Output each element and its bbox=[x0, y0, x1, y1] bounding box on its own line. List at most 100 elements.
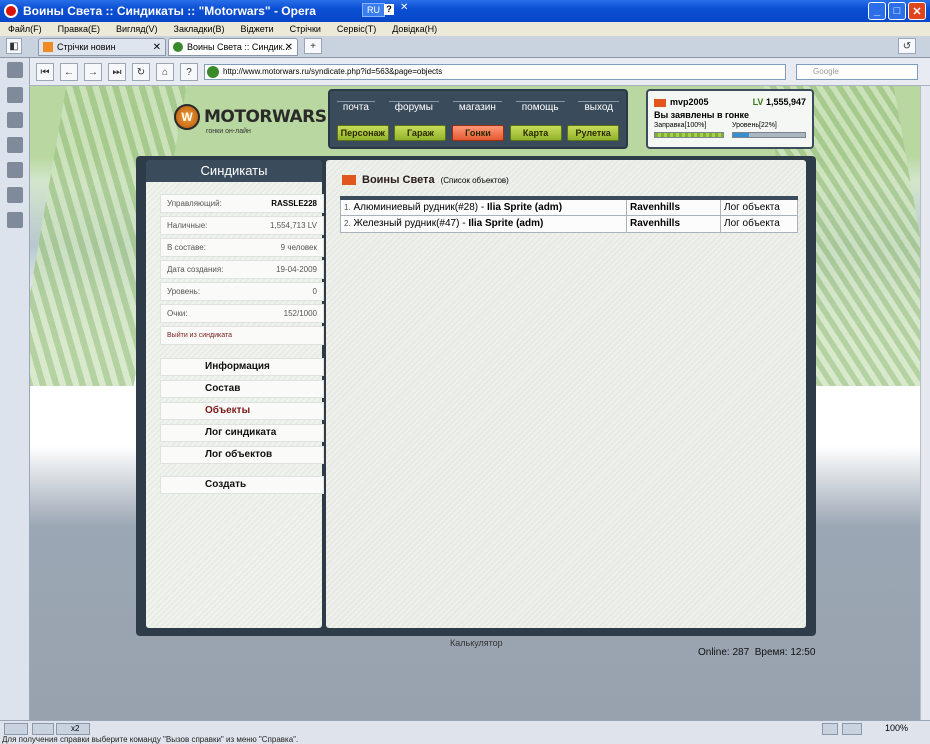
menu-edit[interactable]: Правка(E) bbox=[50, 24, 108, 34]
nav-forums[interactable]: форумы bbox=[388, 101, 439, 113]
trash-icon[interactable]: ↺ bbox=[898, 38, 916, 54]
menu-widgets[interactable]: Віджети bbox=[232, 24, 281, 34]
menu-bookmarks[interactable]: Закладки(B) bbox=[166, 24, 233, 34]
races-button[interactable]: Гонки bbox=[451, 125, 504, 141]
downloads-panel-icon[interactable] bbox=[7, 137, 23, 153]
leave-syndicate-link[interactable]: Выйти из синдиката bbox=[160, 326, 324, 345]
info-row-points: Очки: 152/1000 bbox=[160, 304, 324, 323]
panel-toggle-icon[interactable] bbox=[4, 723, 28, 735]
fast-forward-icon[interactable]: ⏭ bbox=[108, 63, 126, 81]
object-log-link[interactable]: Лог объекта bbox=[720, 197, 798, 216]
object-log-link[interactable]: Лог объекта bbox=[720, 214, 798, 233]
site-favicon-icon bbox=[207, 66, 219, 78]
tab-label: Воины Света :: Синдик... bbox=[187, 42, 291, 52]
tab-syndicate[interactable]: Воины Света :: Синдик... ✕ bbox=[168, 38, 298, 56]
add-panel-icon[interactable] bbox=[7, 212, 23, 228]
table-row: 2. Железный рудник(#47) - Ilia Sprite (a… bbox=[340, 214, 798, 233]
menu-tools[interactable]: Сервіс(T) bbox=[329, 24, 384, 34]
window-title: Воины Света :: Синдикаты :: "Motorwars" … bbox=[23, 4, 316, 18]
character-button[interactable]: Персонаж bbox=[336, 125, 389, 141]
username[interactable]: mvp2005 bbox=[670, 97, 709, 107]
forward-button[interactable]: → bbox=[84, 63, 102, 81]
menu-objects[interactable]: Объекты bbox=[160, 402, 324, 420]
content-subtitle: (Список объектов) bbox=[440, 175, 509, 185]
url-text: http://www.motorwars.ru/syndicate.php?id… bbox=[223, 67, 443, 76]
nav-logout[interactable]: выход bbox=[578, 101, 620, 113]
nav-help[interactable]: помощь bbox=[515, 101, 565, 113]
notes-panel-icon[interactable] bbox=[7, 112, 23, 128]
history-panel-icon[interactable] bbox=[7, 187, 23, 203]
bookmarks-panel-icon[interactable] bbox=[7, 62, 23, 78]
status-hint: Для получения справки выберите команду "… bbox=[2, 735, 299, 744]
row-number: 1. bbox=[344, 202, 351, 212]
turbo-badge[interactable]: x2 bbox=[56, 723, 90, 735]
view-icon[interactable] bbox=[822, 723, 838, 735]
tab-bar: ◧ Стрічки новин ✕ Воины Света :: Синдик.… bbox=[0, 36, 930, 58]
online-value: 287 bbox=[732, 647, 750, 658]
menu-info[interactable]: Информация bbox=[160, 358, 324, 376]
status-bar: x2 100% Для получения справки выберите к… bbox=[0, 720, 930, 744]
calculator-link[interactable]: Калькулятор bbox=[450, 638, 503, 648]
object-owner[interactable]: Ilia Sprite (adm) bbox=[487, 202, 562, 213]
object-owner[interactable]: Ilia Sprite (adm) bbox=[468, 218, 543, 229]
links-panel-icon[interactable] bbox=[7, 162, 23, 178]
object-location[interactable]: Ravenhills bbox=[630, 218, 680, 229]
lv-label: LV bbox=[752, 97, 764, 107]
object-location[interactable]: Ravenhills bbox=[630, 202, 680, 213]
menu-create[interactable]: Создать bbox=[160, 476, 324, 494]
menu-help[interactable]: Довідка(H) bbox=[384, 24, 445, 34]
new-tab-button[interactable]: + bbox=[304, 38, 322, 54]
tab-feeds[interactable]: Стрічки новин ✕ bbox=[38, 38, 166, 56]
tab-label: Стрічки новин bbox=[57, 42, 116, 52]
nav-mail[interactable]: почта bbox=[336, 101, 375, 113]
close-button[interactable]: ✕ bbox=[908, 2, 926, 20]
info-value[interactable]: RASSLE228 bbox=[271, 199, 317, 208]
minimize-button[interactable]: _ bbox=[868, 2, 886, 20]
language-help-icon[interactable]: ? bbox=[384, 4, 394, 15]
address-field[interactable]: http://www.motorwars.ru/syndicate.php?id… bbox=[204, 64, 786, 80]
reload-button[interactable]: ↻ bbox=[132, 63, 150, 81]
search-field[interactable]: Google bbox=[796, 64, 918, 80]
race-status: Вы заявлены в гонке bbox=[654, 110, 750, 120]
garage-button[interactable]: Гараж bbox=[394, 125, 447, 141]
info-value: 19-04-2009 bbox=[276, 265, 317, 274]
objects-table: 1. Алюминиевый рудник(#28) - Ilia Sprite… bbox=[340, 196, 798, 233]
object-name[interactable]: Алюминиевый рудник(#28) bbox=[353, 202, 478, 213]
site-header: W MOTORWARS.RU гонки он-лайн почта форум… bbox=[148, 86, 816, 158]
vertical-scrollbar[interactable] bbox=[920, 86, 930, 720]
menu-members[interactable]: Состав bbox=[160, 380, 324, 398]
navigation-bar: ⏮ ← → ⏭ ↻ ⌂ ? http://www.motorwars.ru/sy… bbox=[30, 58, 930, 86]
widgets-panel-icon[interactable] bbox=[7, 87, 23, 103]
info-label: Очки: bbox=[167, 309, 188, 318]
security-icon[interactable]: ? bbox=[180, 63, 198, 81]
map-button[interactable]: Карта bbox=[509, 125, 562, 141]
tab-close-icon[interactable]: ✕ bbox=[285, 42, 293, 53]
rss-icon bbox=[43, 42, 53, 52]
language-close-icon[interactable]: ✕ bbox=[400, 2, 408, 13]
tab-close-icon[interactable]: ✕ bbox=[153, 42, 161, 53]
language-indicator[interactable]: RU bbox=[362, 3, 385, 17]
menu-syndicate-log[interactable]: Лог синдиката bbox=[160, 424, 324, 442]
menu-feeds[interactable]: Стрічки bbox=[282, 24, 329, 34]
menu-file[interactable]: Файл(F) bbox=[0, 24, 50, 34]
info-row-manager: Управляющий: RASSLE228 bbox=[160, 194, 324, 213]
table-row: 1. Алюминиевый рудник(#28) - Ilia Sprite… bbox=[340, 197, 798, 216]
top-navigation: почта форумы магазин помощь выход Персон… bbox=[328, 89, 628, 149]
flag-icon bbox=[654, 99, 666, 107]
syndicate-info: Управляющий: RASSLE228 Наличные: 1,554,713… bbox=[160, 194, 324, 345]
unite-icon[interactable] bbox=[32, 723, 54, 735]
info-row-created: Дата создания: 19-04-2009 bbox=[160, 260, 324, 279]
panel-toggle-icon[interactable]: ◧ bbox=[6, 38, 22, 54]
rewind-icon[interactable]: ⏮ bbox=[36, 63, 54, 81]
menu-objects-log[interactable]: Лог объектов bbox=[160, 446, 324, 464]
menu-view[interactable]: Вигляд(V) bbox=[108, 24, 166, 34]
maximize-button[interactable]: □ bbox=[888, 2, 906, 20]
roulette-button[interactable]: Рулетка bbox=[567, 125, 620, 141]
home-button[interactable]: ⌂ bbox=[156, 63, 174, 81]
page-icon[interactable] bbox=[842, 723, 862, 735]
nav-shop[interactable]: магазин bbox=[452, 101, 502, 113]
back-button[interactable]: ← bbox=[60, 63, 78, 81]
object-name[interactable]: Железный рудник(#47) bbox=[353, 218, 459, 229]
zoom-level[interactable]: 100% bbox=[885, 723, 908, 733]
time-label: Время: bbox=[754, 647, 788, 658]
